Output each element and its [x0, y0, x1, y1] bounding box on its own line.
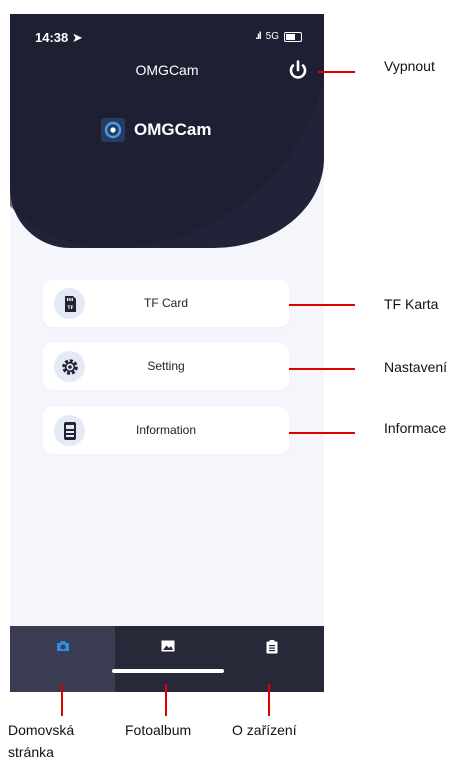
callout-line-information: [289, 432, 355, 434]
app-title: OMGCam: [135, 62, 199, 78]
clipboard-icon: [266, 640, 277, 654]
menu-label-setting: Setting: [147, 359, 185, 373]
callout-tf-card: TF Karta: [384, 296, 439, 312]
callout-tab-album: Fotoalbum: [125, 722, 192, 738]
logo-text: OMGCam: [134, 120, 212, 139]
camera-icon: [56, 641, 69, 651]
status-indicators: .ıl 5G: [255, 31, 302, 42]
callout-power: Vypnout: [384, 58, 435, 74]
network-label: 5G: [265, 31, 279, 42]
callout-tab-home-line1: Domovská: [8, 722, 75, 738]
menu-item-information[interactable]: Information: [43, 407, 289, 454]
signal-icon: .ıl: [255, 31, 261, 42]
callout-line-tab-album: [165, 684, 167, 716]
callout-line-tab-device: [268, 684, 270, 716]
status-time-text: 14:38: [35, 30, 69, 45]
callout-line-power: [318, 71, 355, 73]
callout-tab-device: O zařízení: [232, 722, 297, 738]
header: 14:38 ➤ .ıl 5G OMGCam OMGCam: [10, 14, 324, 248]
tab-home[interactable]: [10, 626, 115, 692]
callout-line-tab-home: [61, 684, 63, 716]
image-icon: [161, 640, 174, 652]
callout-line-tf-card: [289, 304, 355, 306]
tab-device-info[interactable]: [219, 626, 324, 692]
status-time: 14:38 ➤: [35, 30, 83, 46]
battery-icon: [284, 31, 302, 42]
callout-tab-home-line2: stránka: [8, 744, 54, 760]
logo-icon: [101, 118, 125, 142]
power-icon: [289, 60, 307, 79]
phone-screen: 14:38 ➤ .ıl 5G OMGCam OMGCam TF TF Card …: [10, 14, 324, 692]
tab-photo-album[interactable]: [115, 626, 220, 692]
callout-line-settings: [289, 368, 355, 370]
menu-label-information: Information: [135, 423, 197, 437]
callout-information: Informace: [384, 420, 447, 436]
menu-label-tf-card: TF Card: [143, 296, 188, 310]
home-indicator: [112, 669, 224, 673]
menu-item-tf-card[interactable]: TF TF Card: [43, 280, 289, 327]
callout-settings: Nastavení: [384, 359, 448, 375]
location-arrow-icon: ➤: [71, 30, 83, 45]
bottom-tab-bar: [10, 626, 324, 692]
brand-logo: OMGCam: [101, 118, 211, 142]
power-button[interactable]: [288, 60, 308, 82]
menu-item-setting[interactable]: Setting: [43, 343, 289, 390]
